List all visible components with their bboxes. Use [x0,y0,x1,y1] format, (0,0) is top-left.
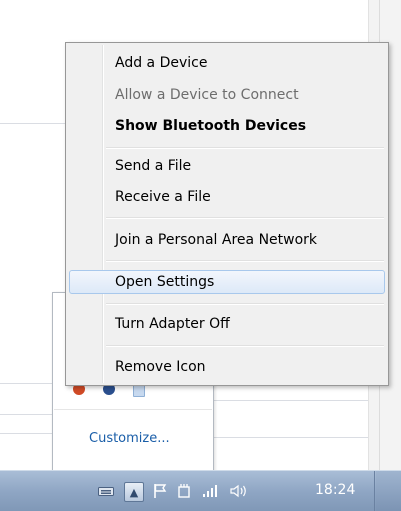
menu-item-join-personal-area-network[interactable]: Join a Personal Area Network [69,228,385,252]
taskbar-divider [374,471,375,511]
menu-item-label: Send a File [115,158,192,174]
action-center-flag-icon[interactable] [151,482,169,500]
customize-link[interactable]: Customize... [89,431,170,446]
menu-item-label: Add a Device [115,55,208,71]
show-desktop-button[interactable] [376,471,401,511]
menu-separator [106,260,384,262]
menu-item-send-file[interactable]: Send a File [69,154,385,178]
menu-item-remove-icon[interactable]: Remove Icon [69,355,385,379]
show-hidden-icons-button[interactable]: ▲ [124,482,144,502]
menu-item-label: Join a Personal Area Network [115,232,318,248]
menu-item-open-settings[interactable]: Open Settings [69,270,385,294]
taskbar-clock[interactable]: 18:24 [315,482,355,498]
menu-item-label: Receive a File [115,189,211,205]
menu-item-show-bluetooth-devices[interactable]: Show Bluetooth Devices [69,114,385,138]
flyout-separator [54,409,212,410]
background-divider [0,123,65,124]
volume-icon[interactable] [229,482,249,500]
menu-item-label: Open Settings [115,274,215,290]
menu-item-label: Turn Adapter Off [115,316,230,332]
background-divider [212,437,368,438]
menu-item-label: Allow a Device to Connect [115,87,299,103]
background-divider [212,400,368,401]
menu-item-label: Remove Icon [115,359,206,375]
signal-bars-icon[interactable] [200,482,220,500]
menu-item-add-device[interactable]: Add a Device [69,51,385,75]
taskbar: ▲ 18:24 [0,470,401,511]
menu-item-receive-file[interactable]: Receive a File [69,185,385,209]
menu-separator [106,217,384,219]
keyboard-icon[interactable] [96,482,116,500]
network-device-icon[interactable] [174,482,194,500]
bluetooth-context-menu: Add a Device Allow a Device to Connect S… [65,42,389,386]
menu-item-turn-adapter-off[interactable]: Turn Adapter Off [69,312,385,336]
menu-separator [106,345,384,347]
background-divider [0,433,52,434]
menu-item-allow-device-to-connect[interactable]: Allow a Device to Connect [69,83,385,107]
background-divider [0,414,52,415]
menu-separator [106,147,384,149]
menu-item-label: Show Bluetooth Devices [115,118,307,134]
menu-separator [106,303,384,305]
